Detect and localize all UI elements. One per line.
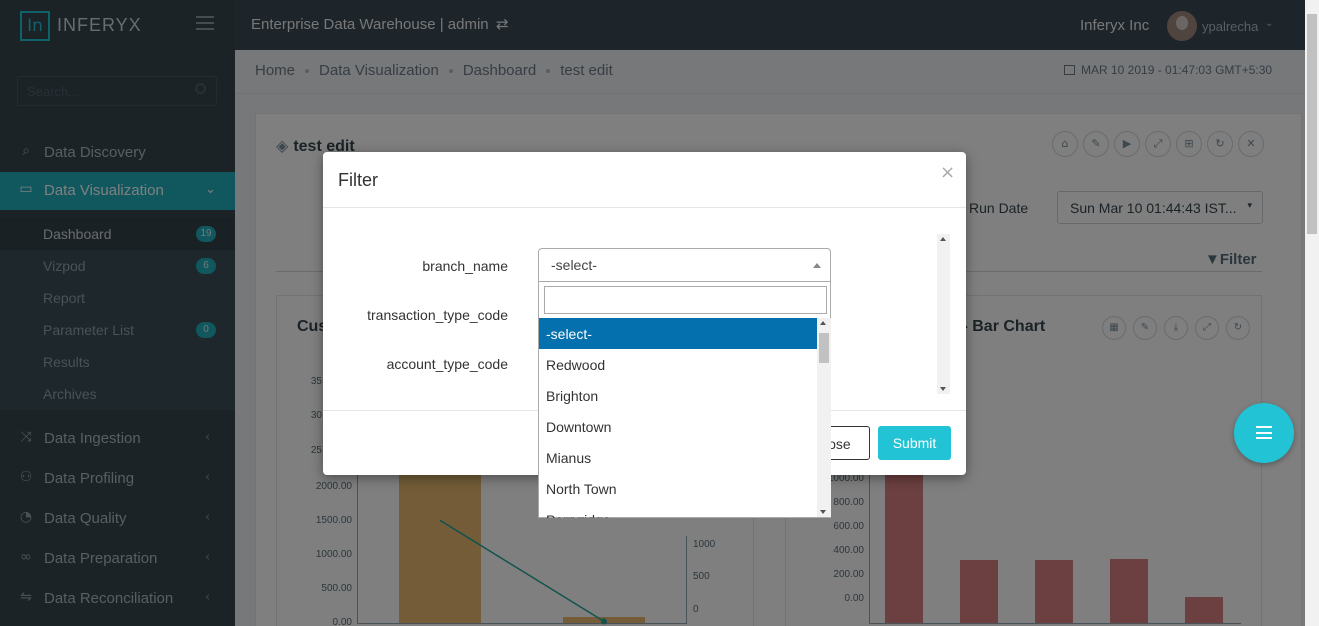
branch-name-label: branch_name: [422, 258, 508, 274]
dropdown-option[interactable]: Redwood: [539, 349, 817, 380]
menu-fab-button[interactable]: [1234, 403, 1294, 463]
scroll-down-icon[interactable]: [820, 510, 826, 514]
dropdown-scrollbar[interactable]: [817, 318, 831, 517]
dropdown-option[interactable]: Downtown: [539, 411, 817, 442]
divider: [323, 207, 966, 208]
dropdown-option[interactable]: North Town: [539, 473, 817, 504]
dropdown-option[interactable]: Perryridge: [539, 504, 817, 518]
dropdown-option[interactable]: -select-: [539, 318, 817, 349]
account-type-code-label: account_type_code: [386, 356, 508, 372]
submit-button[interactable]: Submit: [878, 426, 951, 460]
scrollbar-thumb[interactable]: [819, 333, 829, 363]
dropdown-search-input[interactable]: [544, 286, 827, 314]
scroll-down-icon[interactable]: [940, 387, 946, 391]
branch-name-dropdown: -select- Redwood Brighton Downtown Mianu…: [538, 282, 831, 518]
close-icon[interactable]: ×: [940, 162, 955, 183]
scrollbar-thumb[interactable]: [1307, 14, 1317, 234]
branch-name-select[interactable]: -select-: [538, 248, 831, 282]
dialog-scrollbar[interactable]: [937, 234, 950, 394]
transaction-type-code-label: transaction_type_code: [367, 307, 508, 323]
chevron-up-icon: [813, 263, 821, 268]
scroll-up-icon[interactable]: [820, 321, 826, 325]
menu-icon: [1256, 426, 1272, 439]
scrollbar-thumb[interactable]: [939, 248, 948, 378]
dropdown-option[interactable]: Mianus: [539, 442, 817, 473]
dropdown-options: -select- Redwood Brighton Downtown Mianu…: [539, 318, 817, 518]
select-value: -select-: [551, 257, 597, 273]
scroll-up-icon[interactable]: [940, 237, 946, 241]
dialog-title: Filter: [338, 170, 378, 190]
page-scrollbar[interactable]: [1305, 0, 1319, 626]
dropdown-option[interactable]: Brighton: [539, 380, 817, 411]
